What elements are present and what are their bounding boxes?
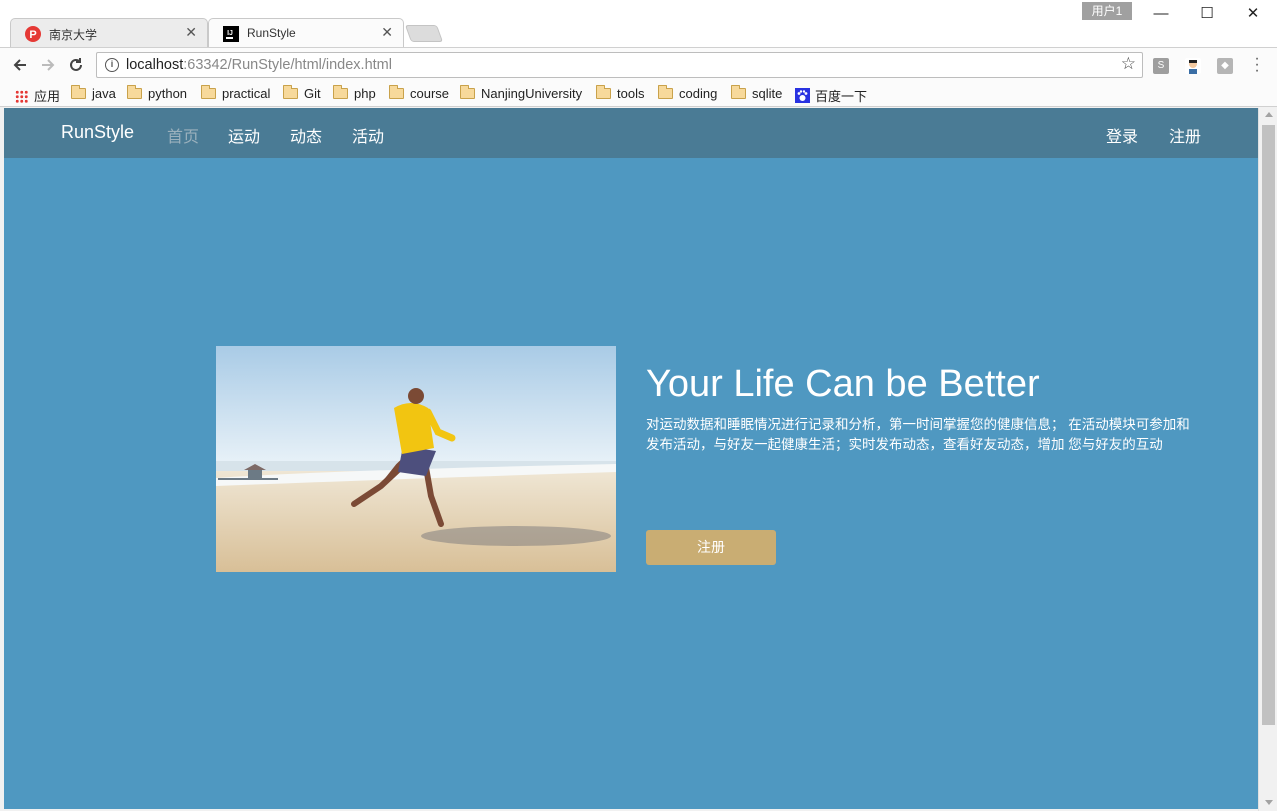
tab-close-icon[interactable]: ✕	[185, 24, 197, 41]
bookmark-label: tools	[617, 86, 645, 101]
bookmark-course[interactable]: course	[389, 85, 450, 102]
bookmark-sqlite[interactable]: sqlite	[731, 85, 783, 102]
folder-icon	[201, 85, 216, 99]
bookmark-label: coding	[679, 86, 718, 101]
forward-button[interactable]	[36, 53, 60, 77]
user-profile-badge[interactable]: 用户1	[1082, 2, 1132, 20]
apps-grid-icon	[15, 90, 28, 103]
bookmark-apps[interactable]: 应用	[15, 86, 61, 104]
bookmark-php[interactable]: php	[333, 85, 376, 102]
url-text: localhost:63342/RunStyle/html/index.html	[126, 57, 392, 73]
bookmark-label: NanjingUniversity	[481, 86, 583, 101]
tab-close-icon[interactable]: ✕	[381, 24, 393, 41]
nav-activity[interactable]: 活动	[352, 123, 384, 147]
extension-diamond-icon[interactable]: ◆	[1217, 58, 1233, 74]
url-host: localhost	[126, 57, 184, 73]
chrome-menu-icon[interactable]: · · ·	[1250, 51, 1264, 79]
tab-strip: P 南京大学 ✕ IJ RunStyle ✕ 用户1 — ☐ ✕	[0, 0, 1277, 47]
bookmark-label: 百度一下	[815, 89, 868, 104]
site-navbar: RunStyle 首页 运动 动态 活动 登录 注册	[4, 108, 1258, 158]
extension-avatar-icon[interactable]	[1185, 58, 1201, 74]
bookmark-star-icon[interactable]: ☆	[1121, 54, 1136, 74]
bookmark-label: python	[148, 86, 188, 101]
nav-register[interactable]: 注册	[1169, 123, 1201, 147]
bookmark-label: practical	[222, 86, 271, 101]
bookmark-label: course	[410, 86, 450, 101]
bookmarks-bar: 应用 java python practical Git php course …	[0, 81, 1277, 107]
nav-login[interactable]: 登录	[1106, 123, 1138, 147]
tab-title: 南京大学	[49, 28, 98, 42]
address-bar[interactable]: i localhost:63342/RunStyle/html/index.ht…	[96, 52, 1143, 78]
extension-s-icon[interactable]: S	[1153, 58, 1169, 74]
folder-icon	[389, 85, 404, 99]
hero-title: Your Life Can be Better	[646, 363, 1040, 405]
bookmark-label: 应用	[34, 89, 61, 104]
folder-icon	[333, 85, 348, 99]
folder-icon	[71, 85, 86, 99]
scroll-down-arrow-icon[interactable]	[1265, 800, 1273, 805]
site-brand[interactable]: RunStyle	[61, 122, 134, 143]
reload-icon	[70, 58, 82, 71]
scrollbar-thumb[interactable]	[1262, 125, 1275, 725]
folder-icon	[596, 85, 611, 99]
hero-register-button[interactable]: 注册	[646, 530, 776, 565]
bookmark-practical[interactable]: practical	[201, 85, 271, 102]
bookmark-label: php	[354, 86, 376, 101]
scroll-up-arrow-icon[interactable]	[1265, 112, 1273, 117]
bookmark-label: Git	[304, 86, 321, 101]
back-button[interactable]	[8, 53, 32, 77]
bookmark-java[interactable]: java	[71, 85, 116, 102]
bookmark-python[interactable]: python	[127, 85, 188, 102]
page-viewport: RunStyle 首页 运动 动态 活动 登录 注册 Your Life Can…	[4, 108, 1258, 809]
baidu-paw-icon	[795, 88, 810, 103]
reload-button[interactable]	[64, 53, 88, 77]
bookmark-nanjinguniversity[interactable]: NanjingUniversity	[460, 85, 583, 102]
svg-text:IJ: IJ	[227, 30, 233, 37]
hero-runner-image	[216, 346, 616, 572]
tab-title: RunStyle	[247, 26, 296, 40]
browser-toolbar: i localhost:63342/RunStyle/html/index.ht…	[0, 47, 1277, 81]
bookmark-baidu[interactable]: 百度一下	[795, 86, 868, 104]
hero-description: 对运动数据和睡眠情况进行记录和分析，第一时间掌握您的健康信息； 在活动模块可参加…	[646, 417, 1190, 452]
url-path: :63342/RunStyle/html/index.html	[183, 57, 392, 73]
folder-icon	[658, 85, 673, 99]
bookmark-label: sqlite	[752, 86, 783, 101]
bookmark-coding[interactable]: coding	[658, 85, 718, 102]
intellij-favicon-icon: IJ	[223, 26, 239, 42]
folder-icon	[283, 85, 298, 99]
folder-icon	[731, 85, 746, 99]
bookmark-git[interactable]: Git	[283, 85, 321, 102]
nav-sport[interactable]: 运动	[228, 123, 260, 147]
back-arrow-icon	[13, 59, 26, 71]
forward-arrow-icon	[42, 59, 55, 71]
bookmark-label: java	[92, 86, 116, 101]
vertical-scrollbar[interactable]	[1258, 108, 1277, 811]
nju-favicon-icon: P	[25, 26, 41, 42]
tab-nanjing-university[interactable]: P 南京大学 ✕	[10, 18, 208, 47]
tab-runstyle[interactable]: IJ RunStyle ✕	[208, 18, 404, 47]
nav-home[interactable]: 首页	[167, 123, 199, 147]
folder-icon	[127, 85, 142, 99]
nav-feed[interactable]: 动态	[290, 123, 322, 147]
close-window-button[interactable]: ✕	[1230, 0, 1276, 30]
minimize-button[interactable]: —	[1138, 0, 1184, 30]
folder-icon	[460, 85, 475, 99]
maximize-button[interactable]: ☐	[1184, 0, 1230, 30]
svg-text:P: P	[29, 29, 36, 41]
new-tab-button[interactable]	[404, 25, 444, 42]
info-icon[interactable]: i	[105, 58, 119, 72]
bookmark-tools[interactable]: tools	[596, 85, 645, 102]
